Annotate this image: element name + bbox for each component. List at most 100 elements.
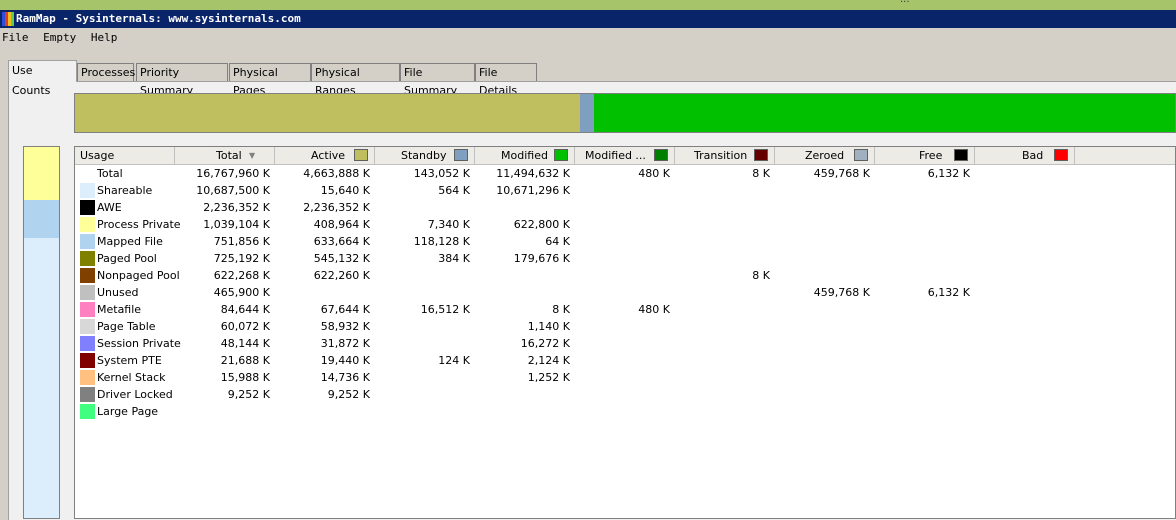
- title-bar[interactable]: RamMap - Sysinternals: www.sysinternals.…: [0, 10, 1176, 28]
- usage-color-swatch: [80, 404, 95, 419]
- table-row[interactable]: Mapped File 751,856 K 633,664 K 118,128 K 64…: [75, 233, 1175, 250]
- cell-active: 622,260 K: [313, 269, 370, 282]
- table-row[interactable]: Shareable 10,687,500 K 15,640 K 564 K 10,671…: [75, 182, 1175, 199]
- column-header-usage[interactable]: Usage: [75, 147, 175, 164]
- transition-color-swatch: [754, 149, 768, 161]
- sort-descending-icon: ▼: [249, 151, 256, 160]
- cell-total: 16,767,960 K: [196, 167, 270, 180]
- cell-active: 545,132 K: [313, 252, 370, 265]
- overview-segment-modified: [593, 94, 1175, 132]
- tab-priority-summary[interactable]: Priority Summary: [136, 63, 228, 97]
- cell-modified: 8 K: [552, 303, 570, 316]
- column-header-zeroed[interactable]: Zeroed: [775, 147, 875, 164]
- cell-active: 9,252 K: [327, 388, 370, 401]
- usage-label: System PTE: [97, 354, 162, 367]
- cell-total: 2,236,352 K: [203, 201, 270, 214]
- column-header-modified-no-write[interactable]: Modified ...: [575, 147, 675, 164]
- cell-standby: 564 K: [438, 184, 470, 197]
- usage-breakdown-bar: [23, 146, 60, 519]
- table-row[interactable]: Nonpaged Pool 622,268 K 622,260 K 8 K: [75, 267, 1175, 284]
- cell-free: 6,132 K: [927, 167, 970, 180]
- cell-total: 751,856 K: [213, 235, 270, 248]
- table-row[interactable]: Metafile 84,644 K 67,644 K 16,512 K 8 K 480 K: [75, 301, 1175, 318]
- table-row[interactable]: Paged Pool 725,192 K 545,132 K 384 K 179,676…: [75, 250, 1175, 267]
- menu-help[interactable]: Help: [91, 31, 118, 44]
- usage-label: Driver Locked: [97, 388, 173, 401]
- usage-color-swatch: [80, 268, 95, 283]
- active-color-swatch: [354, 149, 368, 161]
- column-header-modified[interactable]: Modified: [475, 147, 575, 164]
- tab-physical-ranges[interactable]: Physical Ranges: [311, 63, 400, 97]
- table-row[interactable]: Large Page: [75, 403, 1175, 420]
- table-row[interactable]: Total 16,767,960 K 4,663,888 K 143,052 K 11,…: [75, 165, 1175, 182]
- cell-total: 21,688 K: [220, 354, 270, 367]
- cell-zeroed: 459,768 K: [813, 286, 870, 299]
- usage-color-swatch: [80, 336, 95, 351]
- modified-no-write-color-swatch: [654, 149, 668, 161]
- table-row[interactable]: AWE 2,236,352 K 2,236,352 K: [75, 199, 1175, 216]
- usage-label: Unused: [97, 286, 139, 299]
- cell-modified-nw: 480 K: [638, 303, 670, 316]
- usage-color-swatch: [80, 183, 95, 198]
- cell-total: 465,900 K: [213, 286, 270, 299]
- cell-total: 60,072 K: [220, 320, 270, 333]
- usage-color-swatch: [80, 319, 95, 334]
- table-row[interactable]: Driver Locked 9,252 K 9,252 K: [75, 386, 1175, 403]
- usage-color-swatch: [80, 251, 95, 266]
- column-header-active[interactable]: Active: [275, 147, 375, 164]
- column-header-total[interactable]: Total ▼: [175, 147, 275, 164]
- table-row[interactable]: Process Private 1,039,104 K 408,964 K 7,340…: [75, 216, 1175, 233]
- cell-standby: 384 K: [438, 252, 470, 265]
- cell-active: 14,736 K: [320, 371, 370, 384]
- tab-physical-pages[interactable]: Physical Pages: [229, 63, 311, 97]
- cell-active: 4,663,888 K: [303, 167, 370, 180]
- usage-label: Large Page: [97, 405, 159, 418]
- table-row[interactable]: System PTE 21,688 K 19,440 K 124 K 2,124 K: [75, 352, 1175, 369]
- tab-file-details[interactable]: File Details: [475, 63, 537, 97]
- column-header-free[interactable]: Free: [875, 147, 975, 164]
- usage-color-swatch: [80, 234, 95, 249]
- cell-active: 58,932 K: [320, 320, 370, 333]
- usage-segment-mapped-file: [24, 200, 59, 238]
- usage-color-swatch: [80, 353, 95, 368]
- table-row[interactable]: Kernel Stack 15,988 K 14,736 K 1,252 K: [75, 369, 1175, 386]
- cell-zeroed: 459,768 K: [813, 167, 870, 180]
- column-header-transition[interactable]: Transition: [675, 147, 775, 164]
- tab-processes[interactable]: Processes: [77, 63, 135, 81]
- cell-modified: 622,800 K: [513, 218, 570, 231]
- usage-color-swatch: [80, 285, 95, 300]
- tab-use-counts[interactable]: Use Counts: [8, 60, 77, 97]
- column-header-bad[interactable]: Bad: [975, 147, 1075, 164]
- cell-active: 408,964 K: [313, 218, 370, 231]
- menu-empty[interactable]: Empty: [43, 31, 76, 44]
- window-title: RamMap - Sysinternals: www.sysinternals.…: [16, 12, 301, 25]
- usage-label: Page Table: [97, 320, 156, 333]
- table-row[interactable]: Unused 465,900 K 459,768 K 6,132 K: [75, 284, 1175, 301]
- modified-color-swatch: [554, 149, 568, 161]
- table-row[interactable]: Page Table 60,072 K 58,932 K 1,140 K: [75, 318, 1175, 335]
- usage-label: Mapped File: [97, 235, 163, 248]
- usage-color-swatch: [80, 387, 95, 402]
- usage-label: Kernel Stack: [97, 371, 166, 384]
- cell-transition: 8 K: [752, 167, 770, 180]
- usage-color-swatch: [80, 200, 95, 215]
- cell-modified-nw: 480 K: [638, 167, 670, 180]
- zeroed-color-swatch: [854, 149, 868, 161]
- column-header-standby[interactable]: Standby: [375, 147, 475, 164]
- use-counts-table: Usage Total ▼ Active Standby Modified Mo…: [74, 146, 1176, 519]
- overview-segment-standby: [579, 94, 594, 132]
- overview-segment-active: [75, 94, 580, 132]
- table-header: Usage Total ▼ Active Standby Modified Mo…: [75, 147, 1175, 165]
- table-row[interactable]: Session Private 48,144 K 31,872 K 16,272 K: [75, 335, 1175, 352]
- tab-file-summary[interactable]: File Summary: [400, 63, 475, 97]
- menu-file[interactable]: File: [2, 31, 29, 44]
- cell-active: 15,640 K: [320, 184, 370, 197]
- menu-bar: File Empty Help: [0, 28, 1176, 48]
- cell-modified: 64 K: [545, 235, 570, 248]
- cell-total: 48,144 K: [220, 337, 270, 350]
- app-icon: [2, 12, 14, 26]
- memory-overview-bar: [74, 93, 1176, 133]
- cell-active: 67,644 K: [320, 303, 370, 316]
- usage-label: Session Private: [97, 337, 181, 350]
- cell-modified: 2,124 K: [527, 354, 570, 367]
